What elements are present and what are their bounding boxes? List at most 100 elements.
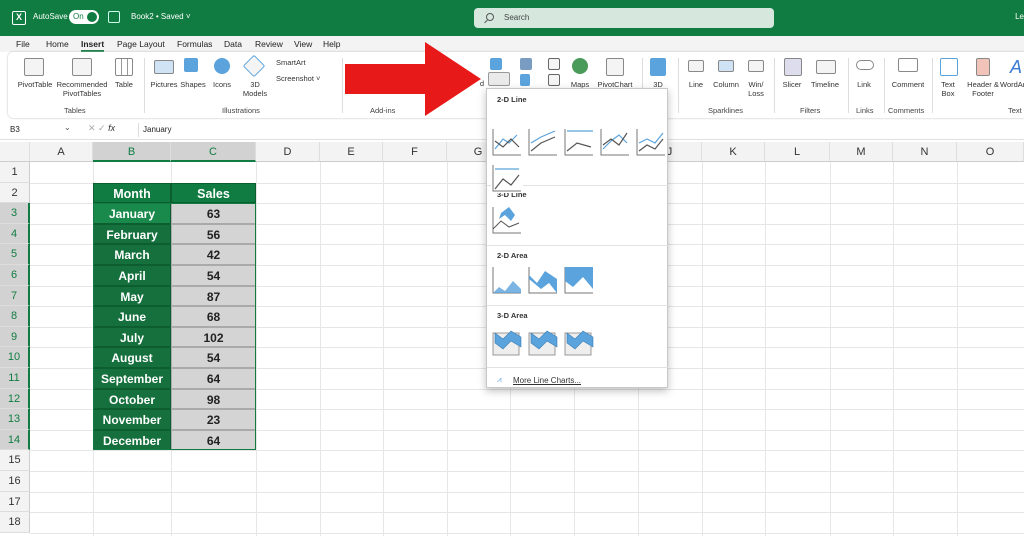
gridline <box>702 162 703 536</box>
row-header-15[interactable]: 15 <box>0 450 30 471</box>
header-cell-sales[interactable]: Sales <box>171 182 256 204</box>
tab-page-layout[interactable]: Page Layout <box>117 39 165 49</box>
icons-button[interactable]: Icons <box>208 80 236 89</box>
waterfall-chart-icon[interactable] <box>548 58 560 70</box>
tab-formulas[interactable]: Formulas <box>177 39 212 49</box>
tab-file[interactable]: File <box>16 39 30 49</box>
line-chart-button[interactable] <box>488 72 510 86</box>
more-line-charts-link[interactable]: More Line Charts... <box>513 376 581 385</box>
sparkline-winloss-button[interactable]: Win/ Loss <box>744 80 768 98</box>
row-header-10[interactable]: 10 <box>0 347 30 368</box>
row-header-16[interactable]: 16 <box>0 471 30 492</box>
column-header-l[interactable]: L <box>765 142 830 162</box>
pictures-button[interactable]: Pictures <box>146 80 182 89</box>
timeline-icon <box>816 60 836 74</box>
tab-view[interactable]: View <box>294 39 312 49</box>
document-title[interactable]: Book2 • Saved ˅ <box>131 12 191 21</box>
name-box-dropdown-icon[interactable]: ⌄ <box>64 123 71 132</box>
link-button[interactable]: Link <box>852 80 876 89</box>
timeline-button[interactable]: Timeline <box>808 80 842 89</box>
row-header-7[interactable]: 7 <box>0 285 30 307</box>
column-header-a[interactable]: A <box>30 142 93 162</box>
row-header-1[interactable]: 1 <box>0 162 30 183</box>
row-header-3[interactable]: 3 <box>0 203 30 224</box>
row-header-5[interactable]: 5 <box>0 244 30 265</box>
column-header-e[interactable]: E <box>320 142 383 162</box>
column-header-d[interactable]: D <box>256 142 320 162</box>
user-name[interactable]: Le <box>1015 12 1024 21</box>
ribbon-tabs: File Home Insert Page Layout Formulas Da… <box>0 36 1024 52</box>
pivottable-button[interactable]: PivotTable <box>14 80 56 89</box>
select-all-corner[interactable] <box>0 142 30 162</box>
group-illustrations-label: Illustrations <box>222 106 260 115</box>
table-button[interactable]: Table <box>108 80 140 89</box>
header-footer-button[interactable]: Header & Footer <box>964 80 1002 98</box>
separator <box>848 58 849 113</box>
fx-icon[interactable]: fx <box>108 123 115 133</box>
3d-models-button[interactable]: 3D Models <box>238 80 272 98</box>
search-placeholder: Search <box>504 13 530 22</box>
column-header-m[interactable]: M <box>830 142 893 162</box>
column-header-c[interactable]: C <box>171 142 256 162</box>
row-header-18[interactable]: 18 <box>0 512 30 533</box>
name-box[interactable]: B3 <box>6 123 68 137</box>
column-header-o[interactable]: O <box>957 142 1024 162</box>
tab-data[interactable]: Data <box>224 39 242 49</box>
sparkline-column-icon <box>718 60 734 72</box>
slicer-button[interactable]: Slicer <box>778 80 806 89</box>
separator <box>884 58 885 113</box>
sparkline-line-button[interactable]: Line <box>684 80 708 89</box>
row-header-12[interactable]: 12 <box>0 388 30 410</box>
row-header-13[interactable]: 13 <box>0 409 30 430</box>
column-header-n[interactable]: N <box>893 142 957 162</box>
link-icon <box>856 60 874 70</box>
sparkline-column-button[interactable]: Column <box>710 80 742 89</box>
row-header-9[interactable]: 9 <box>0 326 30 348</box>
separator <box>144 58 145 113</box>
recommended-pivottables-button[interactable]: Recommended PivotTables <box>54 80 110 98</box>
row-header-14[interactable]: 14 <box>0 429 30 451</box>
title-bar: X AutoSave On Book2 • Saved ˅ Search Le <box>0 0 1024 36</box>
textbox-button[interactable]: Text Box <box>936 80 960 98</box>
wordart-button[interactable]: WordArt <box>1000 80 1024 89</box>
column-header-f[interactable]: F <box>383 142 447 162</box>
header-cell-month[interactable]: Month <box>93 182 171 204</box>
excel-logo-icon: X <box>12 11 26 25</box>
comment-button[interactable]: Comment <box>888 80 928 89</box>
slicer-icon <box>784 58 802 76</box>
red-arrow-annotation <box>345 42 481 116</box>
tab-review[interactable]: Review <box>255 39 283 49</box>
tab-insert[interactable]: Insert <box>81 39 105 52</box>
sparkline-winloss-icon <box>748 60 764 72</box>
row-header-8[interactable]: 8 <box>0 306 30 327</box>
maps-icon <box>572 58 588 74</box>
pictures-icon <box>154 60 174 74</box>
separator <box>342 58 343 113</box>
shapes-button[interactable]: Shapes <box>178 80 208 89</box>
screenshot-button[interactable]: Screenshot ˅ <box>276 74 336 83</box>
row-header-2[interactable]: 2 <box>0 182 30 204</box>
row-header-11[interactable]: 11 <box>0 368 30 389</box>
row-header-6[interactable]: 6 <box>0 265 30 286</box>
gridline <box>765 162 766 536</box>
column-header-k[interactable]: K <box>702 142 765 162</box>
row-header-4[interactable]: 4 <box>0 223 30 245</box>
gridline <box>30 450 1024 452</box>
search-input[interactable]: Search <box>474 8 774 28</box>
tab-home[interactable]: Home <box>46 39 69 49</box>
autosave-toggle[interactable]: On <box>69 10 99 24</box>
gridline <box>957 162 958 536</box>
statistic-chart-icon[interactable] <box>520 74 530 86</box>
tab-help[interactable]: Help <box>323 39 340 49</box>
column-header-b[interactable]: B <box>93 142 171 162</box>
row-header-17[interactable]: 17 <box>0 491 30 513</box>
gridline <box>30 471 1024 472</box>
column-chart-icon[interactable] <box>490 58 502 70</box>
autosave-label: AutoSave <box>33 12 68 21</box>
save-icon[interactable] <box>108 11 120 23</box>
chart-thumbnails <box>491 127 667 356</box>
line-chart-dropdown: 2-D Line 3-D Line 2-D Area 3-D Area ⩘ Mo… <box>486 88 669 388</box>
smartart-button[interactable]: SmartArt <box>276 58 326 67</box>
combo-chart-icon[interactable] <box>548 74 560 86</box>
hierarchy-chart-icon[interactable] <box>520 58 532 70</box>
